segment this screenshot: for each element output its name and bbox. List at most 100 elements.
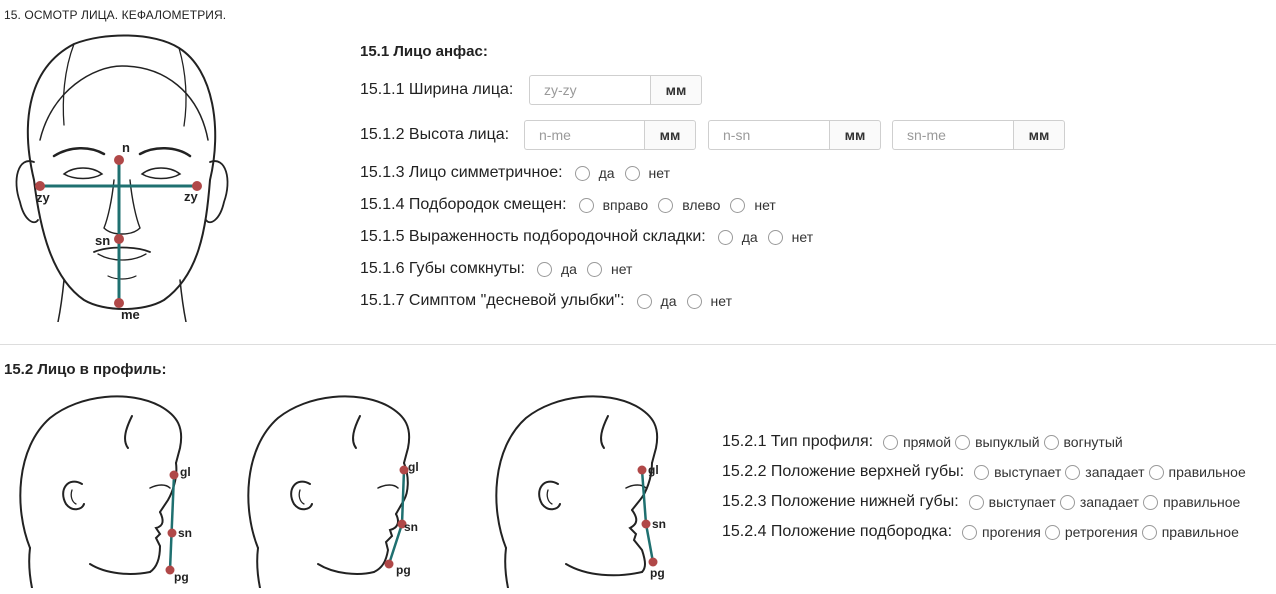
radio-circle[interactable] bbox=[968, 494, 984, 510]
face-height-sn-me-group: мм bbox=[892, 120, 1065, 150]
radio-label: нет bbox=[710, 293, 732, 309]
radio-label: да bbox=[660, 293, 677, 309]
radio-label: выступает bbox=[994, 464, 1062, 480]
radio-circle[interactable] bbox=[717, 229, 733, 245]
radio-circle[interactable] bbox=[636, 293, 652, 309]
radio-circle[interactable] bbox=[1143, 494, 1159, 510]
radio-option[interactable]: нет bbox=[730, 197, 776, 213]
radio-option[interactable]: прогения bbox=[962, 524, 1041, 540]
radio-circle[interactable] bbox=[1141, 524, 1157, 540]
radio-label: ретрогения bbox=[1064, 524, 1138, 540]
radio-circle[interactable] bbox=[1043, 434, 1059, 450]
radio-option[interactable]: нет bbox=[686, 293, 732, 309]
face-width-input[interactable] bbox=[529, 75, 650, 105]
radio-circle[interactable] bbox=[962, 524, 978, 540]
radio-label: прямой bbox=[903, 434, 952, 450]
radio-label: да bbox=[598, 165, 615, 181]
radio-option[interactable]: прямой bbox=[883, 434, 951, 450]
radio-option[interactable]: да bbox=[574, 165, 615, 181]
radio-option[interactable]: выступает bbox=[968, 494, 1056, 510]
radio-circle[interactable] bbox=[767, 229, 783, 245]
point-label-sn: sn bbox=[178, 526, 192, 540]
face-width-unit: мм bbox=[650, 75, 702, 105]
radio-label: правильное bbox=[1163, 494, 1241, 510]
question-label: 15.1.3 Лицо симметричное: bbox=[360, 164, 563, 181]
radio-circle[interactable] bbox=[730, 197, 746, 213]
radio-label: вогнутый bbox=[1063, 434, 1123, 450]
question-label: 15.1.5 Выраженность подбородочной складк… bbox=[360, 228, 706, 245]
radio-option[interactable]: нет bbox=[586, 261, 633, 277]
radio-label: западает bbox=[1079, 494, 1140, 510]
radio-option[interactable]: да bbox=[717, 229, 758, 245]
radio-circle[interactable] bbox=[578, 197, 594, 213]
radio-label: прогения bbox=[982, 524, 1041, 540]
radio-circle[interactable] bbox=[1148, 464, 1164, 480]
section-title: 15. ОСМОТР ЛИЦА. КЕФАЛОМЕТРИЯ. bbox=[4, 8, 227, 22]
face-height-n-sn-input[interactable] bbox=[708, 120, 829, 150]
radio-label: да bbox=[741, 229, 758, 245]
front-face-diagram: n zy zy sn me bbox=[15, 34, 229, 322]
radio-circle[interactable] bbox=[537, 261, 552, 277]
point-label-zy-left: zy bbox=[36, 190, 51, 205]
radio-label: правильное bbox=[1161, 524, 1239, 540]
radio-circle[interactable] bbox=[624, 165, 640, 181]
radio-option[interactable]: да bbox=[537, 261, 577, 277]
question-upper-lip: 15.2.2 Положение верхней губы: выступает… bbox=[722, 460, 1250, 484]
face-height-sn-me-input[interactable] bbox=[892, 120, 1013, 150]
question-label: 15.2.2 Положение верхней губы: bbox=[722, 463, 965, 480]
radio-circle[interactable] bbox=[1044, 524, 1060, 540]
face-width-group: мм bbox=[529, 75, 702, 105]
radio-label: влево bbox=[682, 197, 721, 213]
radio-label: нет bbox=[610, 261, 633, 277]
point-label-n: n bbox=[122, 140, 130, 155]
radio-option[interactable]: ретрогения bbox=[1044, 524, 1138, 540]
radio-option[interactable]: западает bbox=[1059, 494, 1140, 510]
face-height-n-me-unit: мм bbox=[644, 120, 696, 150]
radio-option[interactable]: правильное bbox=[1141, 524, 1239, 540]
radio-circle[interactable] bbox=[955, 434, 971, 450]
radio-circle[interactable] bbox=[1059, 494, 1075, 510]
point-label-gl: gl bbox=[648, 463, 659, 477]
face-height-n-me-group: мм bbox=[524, 120, 696, 150]
radio-circle[interactable] bbox=[686, 293, 702, 309]
front-subtitle: 15.1 Лицо анфас: bbox=[360, 43, 488, 60]
radio-label: нет bbox=[648, 165, 671, 181]
radio-circle[interactable] bbox=[1065, 464, 1081, 480]
radio-circle[interactable] bbox=[574, 165, 590, 181]
radio-option[interactable]: влево bbox=[658, 197, 720, 213]
point-label-pg: pg bbox=[650, 566, 665, 580]
radio-option[interactable]: правильное bbox=[1148, 464, 1246, 480]
point-label-gl: gl bbox=[408, 460, 419, 474]
radio-option[interactable]: вправо bbox=[578, 197, 648, 213]
radio-option[interactable]: нет bbox=[624, 165, 671, 181]
radio-option[interactable]: выступает bbox=[974, 464, 1061, 480]
radio-label: нет bbox=[791, 229, 814, 245]
radio-circle[interactable] bbox=[974, 464, 990, 480]
face-height-n-me-input[interactable] bbox=[524, 120, 644, 150]
radio-option[interactable]: да bbox=[636, 293, 677, 309]
point-label-pg: pg bbox=[174, 570, 189, 584]
profile-diagram-convex: gl sn pg bbox=[247, 395, 419, 588]
radio-option[interactable]: правильное bbox=[1143, 494, 1240, 510]
question-lips-closed: 15.1.6 Губы сомкнуты: да нет bbox=[360, 257, 642, 281]
question-chin-fold: 15.1.5 Выраженность подбородочной складк… bbox=[360, 225, 823, 249]
question-gummy-smile: 15.1.7 Симптом "десневой улыбки": да нет bbox=[360, 289, 742, 313]
question-label: 15.1.6 Губы сомкнуты: bbox=[360, 260, 525, 277]
radio-option[interactable]: вогнутый bbox=[1043, 434, 1123, 450]
radio-label: западает bbox=[1085, 464, 1145, 480]
point-label-gl: gl bbox=[180, 465, 191, 479]
question-label: 15.1.7 Симптом "десневой улыбки": bbox=[360, 292, 625, 309]
radio-circle[interactable] bbox=[586, 261, 602, 277]
radio-label: нет bbox=[754, 197, 776, 213]
radio-circle[interactable] bbox=[658, 197, 674, 213]
face-height-sn-me-unit: мм bbox=[1013, 120, 1065, 150]
section-divider bbox=[0, 344, 1276, 345]
question-label: 15.2.1 Тип профиля: bbox=[722, 433, 874, 450]
point-label-sn: sn bbox=[95, 233, 110, 248]
point-label-me: me bbox=[121, 307, 140, 322]
radio-option[interactable]: выпуклый bbox=[955, 434, 1040, 450]
radio-option[interactable]: нет bbox=[767, 229, 814, 245]
radio-option[interactable]: западает bbox=[1065, 464, 1145, 480]
question-lower-lip: 15.2.3 Положение нижней губы: выступает … bbox=[722, 490, 1244, 514]
radio-circle[interactable] bbox=[883, 434, 899, 450]
